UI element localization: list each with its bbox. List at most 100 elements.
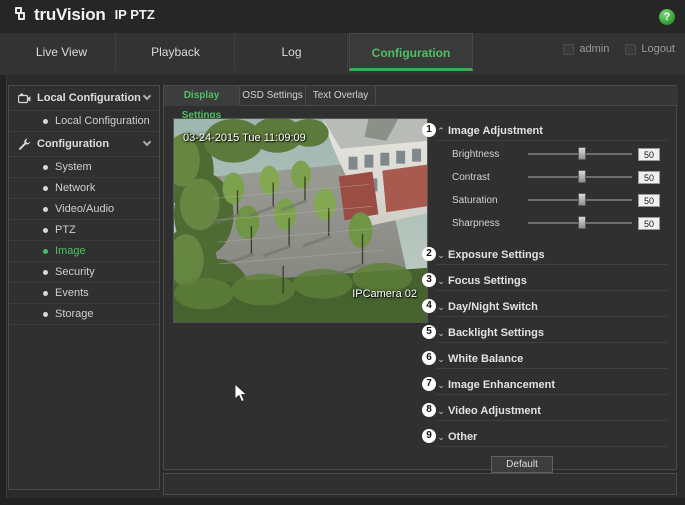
section-focus-settings[interactable]: 3 ⌄ Focus Settings xyxy=(422,272,668,291)
chevron-up-icon: ⌃ xyxy=(437,125,445,136)
sidebar-group-configuration[interactable]: Configuration xyxy=(9,132,159,157)
user-label: admin xyxy=(579,43,610,55)
chevron-down-icon: ⌄ xyxy=(437,275,445,286)
current-user[interactable]: admin xyxy=(563,43,609,55)
tab-osd-settings[interactable]: OSD Settings xyxy=(240,86,306,106)
sidebar: Local Configuration Local Configuration … xyxy=(8,85,160,490)
chevron-down-icon xyxy=(142,91,152,101)
default-button-row: Default xyxy=(436,456,668,473)
sidebar-item-events[interactable]: Events xyxy=(9,283,159,304)
section-number-badge: 5 xyxy=(422,325,436,339)
product-name: IP PTZ xyxy=(114,7,155,22)
section-other[interactable]: 9 ⌄ Other xyxy=(422,428,668,447)
saturation-slider-track[interactable] xyxy=(528,193,632,206)
tab-playback[interactable]: Playback xyxy=(117,33,235,71)
slider-row-contrast: Contrast 50 xyxy=(436,167,668,187)
bullet-icon xyxy=(43,227,48,233)
saturation-slider-knob[interactable] xyxy=(577,193,586,206)
tab-text-overlay[interactable]: Text Overlay xyxy=(306,86,376,106)
brand-logo: truVision IP PTZ xyxy=(14,6,155,23)
sidebar-item-label: Network xyxy=(55,182,96,194)
slider-label: Sharpness xyxy=(452,217,500,229)
sidebar-item-label: PTZ xyxy=(55,224,76,236)
mouse-cursor xyxy=(234,383,248,403)
video-preview[interactable]: 03-24-2015 Tue 11:09:09 IPCamera 02 xyxy=(173,118,428,323)
section-backlight-settings[interactable]: 5 ⌄ Backlight Settings xyxy=(422,324,668,343)
section-number-badge: 4 xyxy=(422,299,436,313)
content-panel: Display Settings OSD Settings Text Overl… xyxy=(163,85,678,473)
section-title: Video Adjustment xyxy=(448,405,541,417)
sidebar-item-security[interactable]: Security xyxy=(9,262,159,283)
sidebar-item-ptz[interactable]: PTZ xyxy=(9,220,159,241)
slider-label: Brightness xyxy=(452,148,500,160)
truvision-logo-icon xyxy=(14,7,27,22)
sidebar-item-label: Video/Audio xyxy=(55,203,115,215)
section-number-badge: 3 xyxy=(422,273,436,287)
section-video-adjustment[interactable]: 8 ⌄ Video Adjustment xyxy=(422,402,668,421)
sidebar-item-label: Storage xyxy=(55,308,94,320)
brightness-slider-track[interactable] xyxy=(528,147,632,160)
section-number-badge: 2 xyxy=(422,247,436,261)
window-bottom-edge xyxy=(0,498,685,505)
chevron-down-icon: ⌄ xyxy=(437,405,445,416)
logout-button[interactable]: Logout xyxy=(625,43,675,55)
sidebar-group-local-configuration[interactable]: Local Configuration xyxy=(9,86,159,111)
section-exposure-settings[interactable]: 2 ⌄ Exposure Settings xyxy=(422,246,668,265)
sharpness-value[interactable]: 50 xyxy=(638,216,660,230)
wrench-icon xyxy=(17,138,31,150)
sidebar-item-label: Local Configuration xyxy=(55,115,150,127)
contrast-slider-knob[interactable] xyxy=(577,170,586,183)
section-day-night-switch[interactable]: 4 ⌄ Day/Night Switch xyxy=(422,298,668,317)
chevron-down-icon: ⌄ xyxy=(437,249,445,260)
section-white-balance[interactable]: 6 ⌄ White Balance xyxy=(422,350,668,369)
section-image-enhancement[interactable]: 7 ⌄ Image Enhancement xyxy=(422,376,668,395)
sidebar-item-network[interactable]: Network xyxy=(9,178,159,199)
sidebar-item-image[interactable]: Image xyxy=(9,241,159,262)
sidebar-item-label: Security xyxy=(55,266,95,278)
help-icon[interactable]: ? xyxy=(659,9,675,25)
bullet-icon xyxy=(43,118,48,124)
slider-label: Saturation xyxy=(452,194,498,206)
bullet-icon xyxy=(43,164,48,170)
chevron-down-icon: ⌄ xyxy=(437,327,445,338)
image-settings-list: 1 ⌃ Image Adjustment Brightness 50 Contr… xyxy=(422,122,668,473)
section-title: Other xyxy=(448,431,478,443)
default-button[interactable]: Default xyxy=(491,456,553,473)
contrast-slider-track[interactable] xyxy=(528,170,632,183)
content-bottom-strip xyxy=(163,473,677,495)
section-title: Image Enhancement xyxy=(448,379,555,391)
slider-row-saturation: Saturation 50 xyxy=(436,190,668,210)
sidebar-item-local-configuration[interactable]: Local Configuration xyxy=(9,111,159,132)
bullet-icon xyxy=(43,269,48,275)
tab-configuration[interactable]: Configuration xyxy=(349,33,473,71)
chevron-down-icon: ⌄ xyxy=(437,353,445,364)
section-number-badge: 1 xyxy=(422,123,436,137)
sharpness-slider-track[interactable] xyxy=(528,216,632,229)
sidebar-item-storage[interactable]: Storage xyxy=(9,304,159,325)
tab-log[interactable]: Log xyxy=(236,33,348,71)
bullet-icon xyxy=(43,185,48,191)
slider-row-brightness: Brightness 50 xyxy=(436,144,668,164)
section-title: White Balance xyxy=(448,353,524,365)
sidebar-item-system[interactable]: System xyxy=(9,157,159,178)
sharpness-slider-knob[interactable] xyxy=(577,216,586,229)
contrast-value[interactable]: 50 xyxy=(638,170,660,184)
window-left-edge xyxy=(0,0,7,505)
brand-name: truVision xyxy=(34,5,106,24)
brightness-value[interactable]: 50 xyxy=(638,147,660,161)
app-header: truVision IP PTZ ? xyxy=(0,0,685,33)
section-number-badge: 9 xyxy=(422,429,436,443)
tab-display-settings[interactable]: Display Settings xyxy=(164,86,240,121)
chevron-down-icon: ⌄ xyxy=(437,379,445,390)
section-title: Focus Settings xyxy=(448,275,527,287)
slider-row-sharpness: Sharpness 50 xyxy=(436,213,668,233)
main-navbar: Live View Playback Log Configuration adm… xyxy=(0,33,685,75)
user-area: admin Logout xyxy=(563,43,675,55)
sidebar-item-video-audio[interactable]: Video/Audio xyxy=(9,199,159,220)
section-number-badge: 7 xyxy=(422,377,436,391)
saturation-value[interactable]: 50 xyxy=(638,193,660,207)
tab-live-view[interactable]: Live View xyxy=(8,33,116,71)
brightness-slider-knob[interactable] xyxy=(577,147,586,160)
section-image-adjustment[interactable]: 1 ⌃ Image Adjustment xyxy=(422,122,668,141)
user-icon xyxy=(563,43,575,55)
